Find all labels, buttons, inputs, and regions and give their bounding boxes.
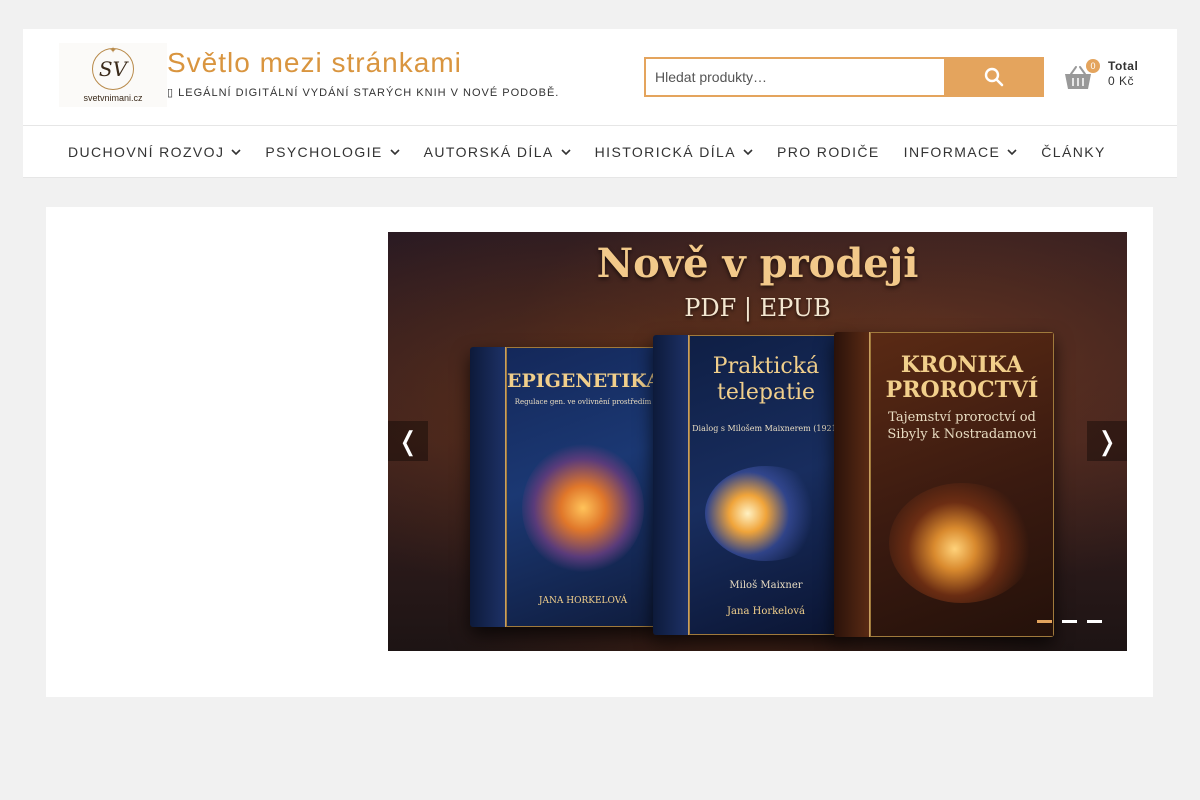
hero-slider: Nově v prodeji PDF | EPUB EPIGENETIKA Re… xyxy=(388,232,1127,651)
book-title: KRONIKA PROROCTVÍ xyxy=(885,352,1039,403)
book-artwork xyxy=(522,443,644,573)
cart-total-value: 0 Kč xyxy=(1108,74,1135,88)
search-input[interactable] xyxy=(644,57,944,97)
book-front: Praktická telepatie Dialog s Milošem Mai… xyxy=(689,335,843,635)
site-logo[interactable]: ✦ SV svetvnimani.cz xyxy=(59,43,167,107)
book-author: Jana Horkelová xyxy=(727,606,805,617)
book-spine xyxy=(834,332,870,637)
main-content: Nově v prodeji PDF | EPUB EPIGENETIKA Re… xyxy=(46,207,1153,697)
book-subtitle: Regulace gen. ve ovlivnění prostředím xyxy=(514,398,652,406)
nav-item-label: HISTORICKÁ DÍLA xyxy=(594,143,736,160)
product-search-form xyxy=(644,57,1044,97)
chevron-down-icon xyxy=(231,148,241,155)
book-spine xyxy=(470,347,506,627)
slider-dot-2[interactable] xyxy=(1062,620,1077,623)
site-header: ✦ SV svetvnimani.cz Světlo mezi stránkam… xyxy=(23,29,1177,126)
site-title[interactable]: Světlo mezi stránkami xyxy=(167,47,462,79)
chevron-down-icon xyxy=(1007,148,1017,155)
slide-subtitle: PDF | EPUB xyxy=(684,294,831,322)
chevron-down-icon xyxy=(561,148,571,155)
nav-item-label: PRO RODIČE xyxy=(776,143,880,160)
nav-item-label: ČLÁNKY xyxy=(1041,143,1106,160)
logo-text: svetvnimani.cz xyxy=(83,92,143,103)
book-title: EPIGENETIKA xyxy=(507,370,660,392)
nav-item-label: DUCHOVNÍ ROZVOJ xyxy=(68,143,225,160)
book-title: Praktická telepatie xyxy=(712,354,820,405)
slider-dot-1[interactable] xyxy=(1037,620,1052,623)
slider-pagination xyxy=(1037,620,1102,623)
nav-item-label: PSYCHOLOGIE xyxy=(265,143,383,160)
chevron-down-icon xyxy=(390,148,400,155)
book-cover-epigenetika[interactable]: EPIGENETIKA Regulace gen. ve ovlivnění p… xyxy=(470,347,660,627)
nav-item-label: AUTORSKÁ DÍLA xyxy=(423,143,554,160)
search-button[interactable] xyxy=(944,57,1044,97)
chevron-right-icon: ❭ xyxy=(1096,425,1118,456)
slide-title: Nově v prodeji xyxy=(596,240,919,287)
logo-monogram-text: SV xyxy=(98,56,128,81)
book-spine xyxy=(653,335,689,635)
book-author: JANA HORKELOVÁ xyxy=(538,596,628,606)
site-description: ▯ LEGÁLNÍ DIGITÁLNÍ VYDÁNÍ STARÝCH KNIH … xyxy=(167,87,560,99)
book-artwork xyxy=(705,466,827,561)
nav-item-label: INFORMACE xyxy=(903,143,1001,160)
slider-dot-3[interactable] xyxy=(1087,620,1102,623)
cart-total-label: Total xyxy=(1108,59,1139,73)
book-subtitle: Dialog s Milošem Maixnerem (1921) xyxy=(692,424,840,433)
nav-item-duchovni-rozvoj[interactable]: DUCHOVNÍ ROZVOJ xyxy=(56,126,253,178)
nav-item-autorska-dila[interactable]: AUTORSKÁ DÍLA xyxy=(412,126,583,178)
chevron-down-icon xyxy=(743,148,753,155)
book-author-top: Miloš Maixner xyxy=(729,580,803,591)
logo-monogram: ✦ SV xyxy=(92,45,134,90)
nav-item-pro-rodice[interactable]: PRO RODIČE xyxy=(765,126,892,178)
slider-prev-button[interactable]: ❬ xyxy=(388,421,428,461)
nav-item-historicka-dila[interactable]: HISTORICKÁ DÍLA xyxy=(583,126,765,178)
star-icon: ✦ xyxy=(109,45,117,56)
page-wrapper: ✦ SV svetvnimani.cz Světlo mezi stránkam… xyxy=(23,29,1177,800)
book-subtitle: Tajemství proroctví od Sibyly k Nostrada… xyxy=(887,410,1037,442)
nav-item-psychologie[interactable]: PSYCHOLOGIE xyxy=(253,126,411,178)
book-artwork xyxy=(889,483,1035,603)
search-icon xyxy=(984,67,1004,87)
nav-item-clanky[interactable]: ČLÁNKY xyxy=(1029,126,1117,178)
cart-widget[interactable]: 0 Total 0 Kč xyxy=(1063,59,1163,99)
slider-next-button[interactable]: ❭ xyxy=(1087,421,1127,461)
main-navigation: DUCHOVNÍ ROZVOJ PSYCHOLOGIE AUTORSKÁ DÍL… xyxy=(23,126,1177,178)
book-front: EPIGENETIKA Regulace gen. ve ovlivnění p… xyxy=(506,347,660,627)
book-cover-kronika-proroctvi[interactable]: KRONIKA PROROCTVÍ Tajemství proroctví od… xyxy=(834,332,1054,637)
cart-count-badge: 0 xyxy=(1086,59,1100,73)
book-front: KRONIKA PROROCTVÍ Tajemství proroctví od… xyxy=(870,332,1054,637)
chevron-left-icon: ❬ xyxy=(397,425,419,456)
nav-item-informace[interactable]: INFORMACE xyxy=(892,126,1030,178)
book-cover-prakticka-telepatie[interactable]: Praktická telepatie Dialog s Milošem Mai… xyxy=(653,335,843,635)
